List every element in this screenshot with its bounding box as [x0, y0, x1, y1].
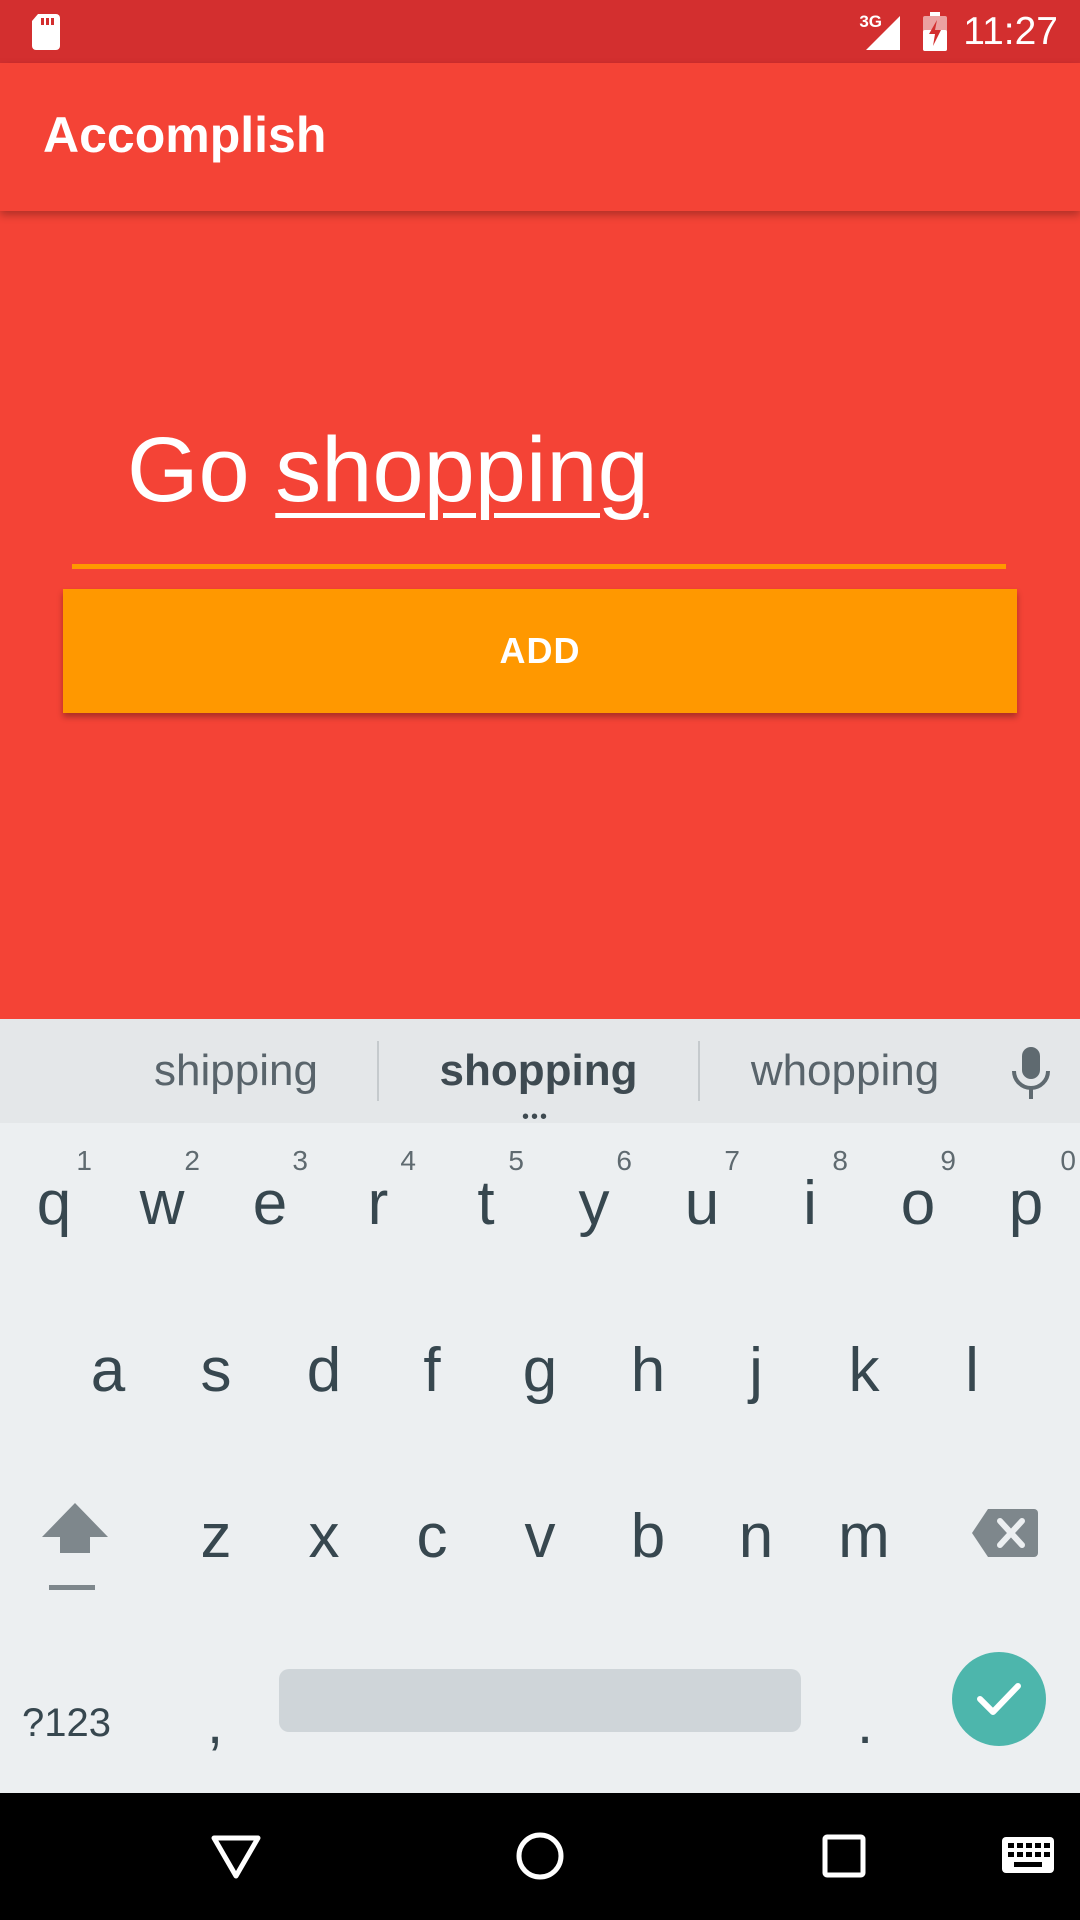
key-q[interactable]: q1 [0, 1123, 108, 1283]
task-input-text[interactable]: Go shopping [127, 395, 649, 545]
key-hint: 5 [508, 1145, 524, 1176]
key-v[interactable]: v [486, 1456, 594, 1616]
recents-icon[interactable] [816, 1828, 872, 1884]
key-k[interactable]: k [810, 1290, 918, 1450]
key-hint: 1 [76, 1145, 92, 1176]
status-clock: 11:27 [963, 10, 1058, 53]
key-letter: q [36, 1168, 72, 1238]
shift-key-icon[interactable] [30, 1491, 120, 1601]
task-input[interactable]: Go shopping [72, 395, 1006, 555]
symbols-key[interactable]: ?123 [22, 1663, 142, 1783]
key-i[interactable]: i8 [756, 1123, 864, 1283]
checkmark-icon [977, 1683, 1021, 1715]
comma-key[interactable]: , [170, 1663, 260, 1783]
key-d[interactable]: d [270, 1290, 378, 1450]
key-t[interactable]: t5 [432, 1123, 540, 1283]
key-l[interactable]: l [918, 1290, 1026, 1450]
key-p[interactable]: p0 [972, 1123, 1080, 1283]
key-e[interactable]: e3 [216, 1123, 324, 1283]
key-w[interactable]: w2 [108, 1123, 216, 1283]
suggestion-left[interactable]: shipping [100, 1019, 372, 1123]
app-title: Accomplish [43, 107, 327, 163]
key-hint: 8 [832, 1145, 848, 1176]
key-hint: 3 [292, 1145, 308, 1176]
keyboard-switch-icon[interactable] [1000, 1835, 1056, 1877]
key-letter: p [1008, 1168, 1044, 1238]
key-u[interactable]: u7 [648, 1123, 756, 1283]
key-hint: 0 [1060, 1145, 1076, 1176]
key-x[interactable]: x [270, 1456, 378, 1616]
key-r[interactable]: r4 [324, 1123, 432, 1283]
key-letter: e [252, 1168, 288, 1238]
back-icon[interactable] [208, 1828, 264, 1884]
status-bar: 3G 11:27 [0, 0, 1080, 63]
suggestion-right[interactable]: whopping [720, 1019, 970, 1123]
key-c[interactable]: c [378, 1456, 486, 1616]
signal-icon [866, 16, 900, 50]
key-h[interactable]: h [594, 1290, 702, 1450]
key-f[interactable]: f [378, 1290, 486, 1450]
period-key[interactable]: . [820, 1663, 910, 1783]
keyboard: q1 w2 e3 r4 t5 y6 u7 i8 o9 p0 a s d f g … [0, 1123, 1080, 1793]
key-letter: w [139, 1168, 185, 1238]
suggestion-strip: shipping shopping ••• whopping [0, 1019, 1080, 1128]
enter-key[interactable] [952, 1652, 1046, 1746]
key-hint: 4 [400, 1145, 416, 1176]
key-b[interactable]: b [594, 1456, 702, 1616]
add-button[interactable]: ADD [63, 589, 1017, 713]
key-j[interactable]: j [702, 1290, 810, 1450]
navigation-bar [0, 1793, 1080, 1920]
key-n[interactable]: n [702, 1456, 810, 1616]
key-s[interactable]: s [162, 1290, 270, 1450]
suggestion-divider [698, 1041, 700, 1101]
battery-charging-icon [923, 12, 947, 51]
key-letter: t [477, 1168, 495, 1238]
key-o[interactable]: o9 [864, 1123, 972, 1283]
suggestion-divider [377, 1041, 379, 1101]
input-text-prefix: Go [127, 419, 276, 521]
home-icon[interactable] [512, 1828, 568, 1884]
backspace-icon[interactable] [970, 1503, 1040, 1563]
key-letter: r [367, 1168, 389, 1238]
key-hint: 2 [184, 1145, 200, 1176]
space-bar[interactable] [279, 1669, 801, 1732]
app-bar: Accomplish [0, 63, 1080, 211]
sd-card-icon [32, 14, 60, 50]
key-a[interactable]: a [54, 1290, 162, 1450]
key-letter: o [900, 1168, 936, 1238]
key-y[interactable]: y6 [540, 1123, 648, 1283]
key-hint: 6 [616, 1145, 632, 1176]
key-m[interactable]: m [810, 1456, 918, 1616]
key-hint: 7 [724, 1145, 740, 1176]
more-suggestions-indicator: ••• [522, 1106, 550, 1128]
key-hint: 9 [940, 1145, 956, 1176]
key-letter: u [684, 1168, 720, 1238]
key-z[interactable]: z [162, 1456, 270, 1616]
key-letter: i [803, 1168, 817, 1238]
main-content: Go shopping ADD [0, 211, 1080, 1019]
key-g[interactable]: g [486, 1290, 594, 1450]
input-underline [72, 564, 1006, 569]
input-composing-word: shopping [275, 419, 649, 521]
microphone-icon[interactable] [1008, 1045, 1054, 1101]
key-letter: y [578, 1168, 610, 1238]
